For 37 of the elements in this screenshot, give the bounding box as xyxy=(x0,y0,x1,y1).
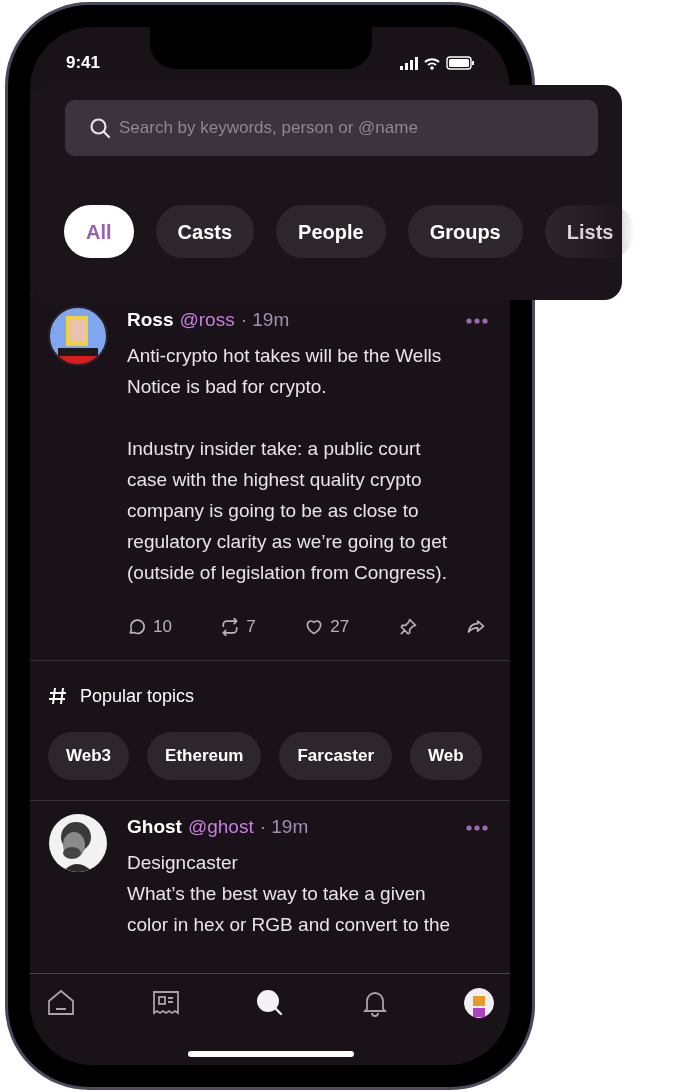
repeat-icon xyxy=(220,616,241,637)
recast-button[interactable]: 7 xyxy=(220,614,256,640)
search-bar[interactable]: Search by keywords, person or @name xyxy=(65,100,598,156)
home-icon[interactable] xyxy=(46,988,76,1018)
signal-icon xyxy=(400,56,418,70)
filter-tab[interactable]: Groups xyxy=(407,205,523,258)
filter-tab[interactable]: All xyxy=(64,205,134,258)
filter-tab[interactable]: Lists xyxy=(544,205,636,258)
post-text: Anti-crypto hot takes will be the Wells Notice is bad for crypto. xyxy=(127,344,443,399)
search-icon xyxy=(89,117,111,139)
post-time: · 19m xyxy=(259,814,309,839)
topic-chip[interactable]: Farcaster xyxy=(279,731,393,780)
topic-chip[interactable]: Web xyxy=(410,731,482,780)
hashtag-icon xyxy=(48,686,68,706)
author-name[interactable]: Ghost xyxy=(127,812,182,841)
like-button[interactable]: 27 xyxy=(304,614,350,640)
speech-bubble-icon xyxy=(127,616,147,637)
post-text: Designcaster What’s the best way to take a given color in hex or RGB and convert to the xyxy=(127,850,452,937)
author-handle[interactable]: @ross xyxy=(179,306,235,335)
author-name[interactable]: Ross xyxy=(127,306,174,335)
reply-button[interactable]: 10 xyxy=(127,614,172,640)
more-icon[interactable] xyxy=(466,824,488,831)
post-time: · 19m xyxy=(240,308,290,332)
filter-tab[interactable]: People xyxy=(276,205,386,258)
more-icon[interactable] xyxy=(466,318,488,324)
search-icon[interactable] xyxy=(255,988,285,1018)
search-input[interactable]: Search by keywords, person or @name xyxy=(119,115,574,141)
topic-chip[interactable]: Web3 xyxy=(48,731,130,780)
post-text: Industry insider take: a public court case with the highest quality crypto company is going to be as close to regulatory clarity as we’re going to get (outside of legislation from Congress). xyxy=(127,437,448,585)
section-title: Popular topics xyxy=(80,684,195,708)
profile-avatar-icon[interactable] xyxy=(464,988,494,1018)
filter-tab[interactable]: Casts xyxy=(155,205,255,258)
topic-chip[interactable]: Ethereum xyxy=(147,731,262,780)
battery-icon xyxy=(446,56,474,70)
wifi-icon xyxy=(424,56,440,70)
author-handle[interactable]: @ghost xyxy=(187,812,254,841)
status-time: 9:41 xyxy=(66,52,101,75)
